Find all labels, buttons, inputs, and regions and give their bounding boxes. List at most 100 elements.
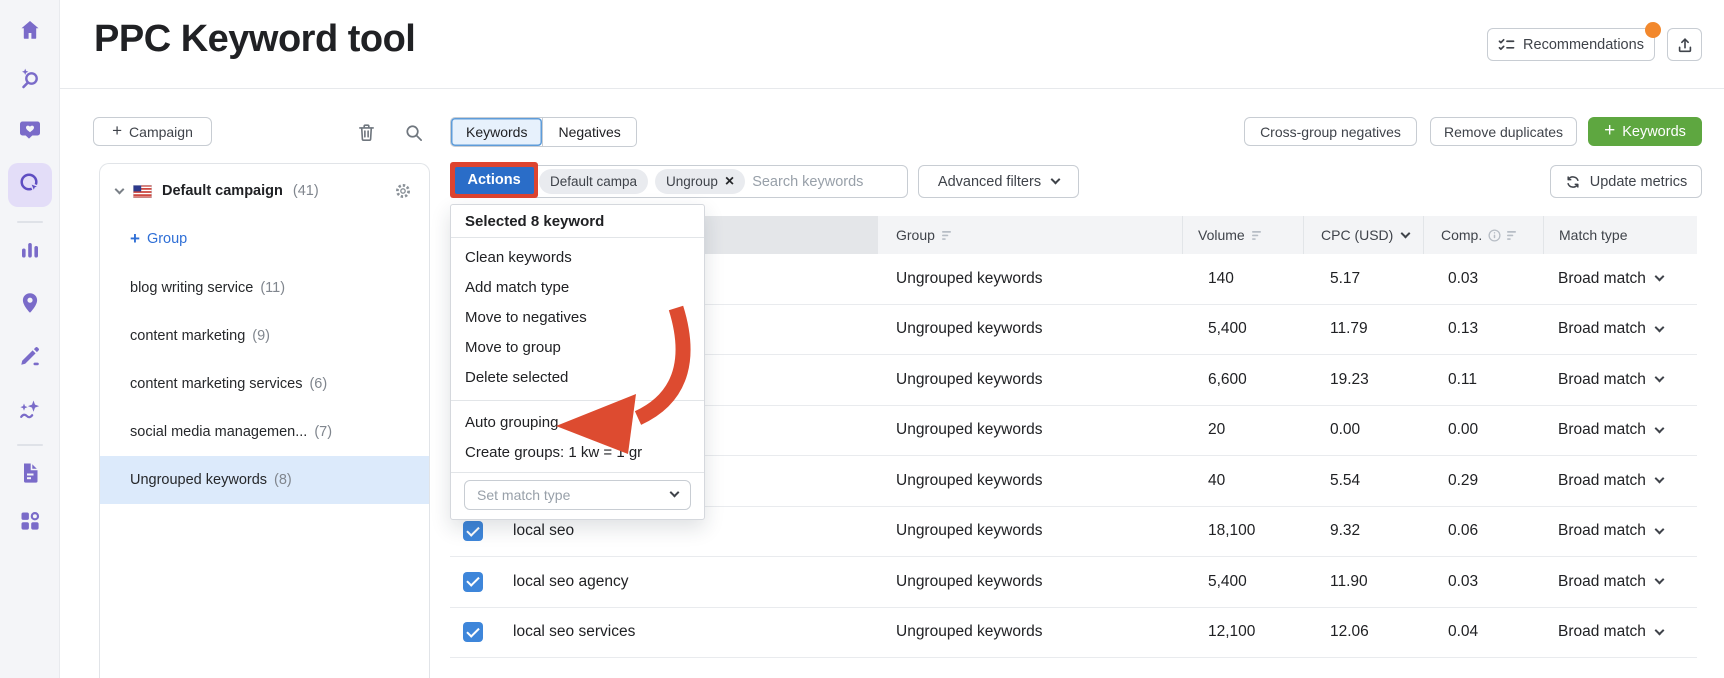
advanced-filters-button[interactable]: Advanced filters (918, 165, 1079, 198)
sidebar-item-content-editor[interactable] (8, 336, 52, 380)
keyword-filter-box[interactable]: Default campa Ungroup × (529, 165, 908, 198)
sidebar-item-more-tools[interactable] (8, 501, 52, 545)
filter-chip-campaign[interactable]: Default campa (539, 169, 649, 194)
volume-cell: 5,400 (1208, 320, 1247, 338)
column-header-group[interactable]: Group (878, 216, 1182, 254)
checklist-icon (1498, 37, 1515, 52)
volume-cell: 5,400 (1208, 572, 1247, 590)
comp-cell: 0.00 (1448, 421, 1479, 439)
match-type-dropdown[interactable]: Broad match (1543, 270, 1697, 288)
sidebar-item-analytics[interactable] (8, 230, 52, 274)
sidebar-divider (17, 221, 43, 223)
actions-button[interactable]: Actions (454, 166, 534, 194)
sidebar-item-ppc-tool[interactable] (8, 163, 52, 207)
update-metrics-button[interactable]: Update metrics (1550, 165, 1702, 198)
menu-group-1: Clean keywords Add match type Move to ne… (451, 238, 704, 401)
home-icon (18, 18, 42, 47)
menu-item-add-match-type[interactable]: Add match type (451, 272, 704, 302)
cpc-cell: 12.06 (1330, 623, 1369, 641)
volume-cell: 140 (1208, 269, 1234, 287)
sidebar-item-local-marketing[interactable] (8, 283, 52, 327)
analytics-bars-icon (18, 238, 42, 267)
campaign-row[interactable]: Default campaign (41) (100, 176, 429, 206)
remove-chip-icon[interactable]: × (725, 173, 734, 190)
table-row: local seo agency Ungrouped keywords 5,40… (450, 557, 1697, 608)
sort-icon[interactable] (1251, 230, 1265, 241)
export-icon (1676, 36, 1694, 54)
cpc-cell: 11.79 (1330, 320, 1368, 338)
chevron-down-icon (1654, 473, 1665, 484)
tab-keywords[interactable]: Keywords (451, 118, 543, 146)
sidebar-item-reports[interactable] (8, 453, 52, 497)
menu-item-move-to-negatives[interactable]: Move to negatives (451, 302, 704, 332)
sidebar-item-rank-tracking[interactable] (8, 58, 52, 102)
chevron-down-icon (1050, 174, 1061, 185)
filter-chip-group[interactable]: Ungroup × (655, 169, 746, 194)
comp-cell: 0.29 (1448, 471, 1479, 489)
row-checkbox[interactable] (463, 571, 483, 592)
app-sidebar (0, 0, 60, 678)
add-group-button[interactable]: + Group (130, 228, 187, 250)
column-header-volume[interactable]: Volume (1182, 216, 1303, 254)
recommendations-button[interactable]: Recommendations (1487, 22, 1661, 61)
menu-item-clean-keywords[interactable]: Clean keywords (451, 242, 704, 272)
match-type-dropdown[interactable]: Broad match (1543, 472, 1697, 490)
group-item-blog-writing-service[interactable]: blog writing service (11) (100, 264, 429, 312)
chevron-down-icon[interactable] (1400, 228, 1411, 238)
match-type-dropdown[interactable]: Broad match (1543, 522, 1697, 540)
feedback-heart-icon (18, 118, 42, 147)
refresh-icon (1565, 174, 1581, 190)
remove-duplicates-button[interactable]: Remove duplicates (1430, 117, 1577, 146)
sidebar-item-feedback[interactable] (8, 110, 52, 154)
delete-campaign-button[interactable] (353, 119, 379, 145)
volume-cell: 40 (1208, 471, 1226, 489)
group-item-content-marketing[interactable]: content marketing (9) (100, 312, 429, 360)
add-keywords-button[interactable]: + Keywords (1588, 117, 1702, 146)
keywords-negatives-tabs: Keywords Negatives (450, 117, 637, 147)
match-type-dropdown[interactable]: Broad match (1543, 573, 1697, 591)
chevron-down-icon[interactable] (114, 184, 125, 195)
info-icon[interactable] (1488, 228, 1501, 242)
menu-item-create-groups[interactable]: Create groups: 1 kw = 1 gr (451, 437, 704, 467)
notification-dot (1645, 22, 1661, 38)
sidebar-item-ai-tools[interactable] (8, 390, 52, 434)
tab-negatives[interactable]: Negatives (542, 118, 635, 146)
menu-item-move-to-group[interactable]: Move to group (451, 332, 704, 362)
search-keywords-input[interactable] (752, 173, 898, 190)
set-match-type-select[interactable]: Set match type (464, 480, 691, 510)
sort-icon[interactable] (1507, 230, 1520, 241)
group-item-social-media-management[interactable]: social media managemen... (7) (100, 408, 429, 456)
group-cell: Ungrouped keywords (896, 623, 1043, 641)
group-item-content-marketing-services[interactable]: content marketing services (6) (100, 360, 429, 408)
rank-tracking-icon (18, 66, 42, 95)
match-type-dropdown[interactable]: Broad match (1543, 371, 1697, 389)
group-cell: Ungrouped keywords (896, 471, 1043, 489)
sort-icon[interactable] (941, 230, 955, 241)
selected-count-header: Selected 8 keyword (451, 205, 704, 238)
content-pencil-icon (18, 344, 42, 373)
match-type-dropdown[interactable]: Broad match (1543, 320, 1697, 338)
row-checkbox[interactable] (463, 521, 483, 542)
menu-item-delete-selected[interactable]: Delete selected (451, 362, 704, 392)
menu-item-auto-grouping[interactable]: Auto grouping (451, 407, 704, 437)
group-cell: Ungrouped keywords (896, 572, 1043, 590)
column-header-comp[interactable]: Comp. (1423, 216, 1543, 254)
match-type-dropdown[interactable]: Broad match (1543, 421, 1697, 439)
recommendations-label: Recommendations (1523, 36, 1644, 53)
group-item-ungrouped-keywords[interactable]: Ungrouped keywords (8) (100, 456, 429, 504)
sidebar-item-home[interactable] (8, 10, 52, 54)
gear-icon[interactable] (393, 181, 413, 201)
search-campaigns-button[interactable] (400, 119, 426, 145)
export-button[interactable] (1667, 28, 1702, 61)
column-header-match-type: Match type (1543, 216, 1697, 254)
cpc-cell: 0.00 (1330, 421, 1361, 439)
cross-group-negatives-button[interactable]: Cross-group negatives (1244, 117, 1417, 146)
plus-icon: + (1604, 120, 1616, 141)
column-header-cpc[interactable]: CPC (USD) (1303, 216, 1423, 254)
volume-cell: 20 (1208, 421, 1226, 439)
row-checkbox[interactable] (463, 622, 483, 643)
match-type-dropdown[interactable]: Broad match (1543, 623, 1697, 641)
chevron-down-icon (1654, 423, 1665, 434)
comp-cell: 0.03 (1448, 269, 1479, 287)
add-campaign-button[interactable]: + Campaign (93, 117, 212, 146)
